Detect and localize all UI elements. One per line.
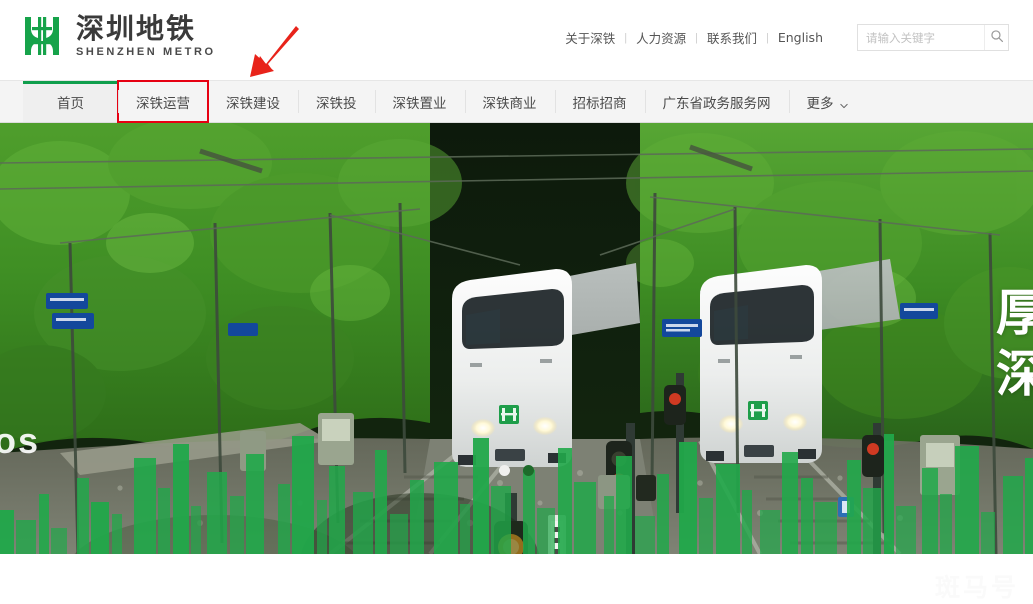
chevron-down-icon: [839, 98, 848, 108]
nav-item-more[interactable]: 更多: [788, 81, 866, 122]
carousel-dot-1[interactable]: [499, 465, 510, 476]
shenzhen-metro-logo-icon: [18, 14, 66, 58]
nav-item-commerce[interactable]: 深铁商业: [464, 81, 555, 122]
top-link-contact[interactable]: 联系我们: [707, 28, 757, 47]
logo-title-cn: 深圳地铁: [76, 12, 197, 45]
nav-item-property[interactable]: 深铁置业: [374, 81, 465, 122]
red-arrow-icon: [244, 22, 306, 80]
nav-item-label: 深铁商业: [482, 95, 537, 112]
nav-item-label: 招标招商: [572, 95, 627, 112]
nav-item-label: 更多: [806, 95, 834, 112]
nav-item-label: 深铁建设: [226, 95, 280, 112]
main-navigation: 首页 深铁运营 深铁建设 深铁投 深铁置业 深铁商业 招标招商 广东省政务服务网…: [0, 80, 1033, 123]
nav-item-home[interactable]: 首页: [23, 81, 118, 122]
top-link-separator: |: [766, 31, 769, 44]
top-link-separator: |: [695, 31, 698, 44]
carousel-dot-2[interactable]: [523, 465, 534, 476]
nav-item-label: 广东省政务服务网: [662, 95, 771, 112]
nav-item-investment[interactable]: 深铁投: [298, 81, 375, 122]
top-link-english[interactable]: English: [778, 30, 823, 45]
search-input[interactable]: [858, 25, 985, 50]
nav-item-operations[interactable]: 深铁运营: [117, 80, 209, 123]
top-utility-links: 关于深铁 | 人力资源 | 联系我们 | English: [565, 28, 823, 47]
logo-text: 深圳地铁 SHENZHEN METRO: [76, 12, 216, 61]
watermark: 斑马号: [934, 573, 1019, 602]
logo-title-en: SHENZHEN METRO: [76, 46, 216, 59]
top-link-about[interactable]: 关于深铁: [565, 28, 615, 47]
search-box: [857, 24, 1009, 51]
nav-item-label: 深铁置业: [392, 95, 447, 112]
site-logo[interactable]: 深圳地铁 SHENZHEN METRO: [18, 12, 216, 61]
carousel-dots: [0, 465, 1033, 476]
top-link-hr[interactable]: 人力资源: [636, 28, 686, 47]
nav-item-label: 首页: [57, 95, 84, 112]
hero-carousel[interactable]: os 厚 深: [0, 123, 1033, 554]
nav-item-label: 深铁投: [316, 95, 357, 112]
hero-photo: [0, 123, 1033, 554]
page-body-below-hero: 斑马号: [0, 554, 1033, 604]
search-button[interactable]: [984, 25, 1008, 50]
top-link-separator: |: [624, 31, 628, 44]
nav-item-tender[interactable]: 招标招商: [554, 81, 645, 122]
site-header: 深圳地铁 SHENZHEN METRO 关于深铁 | 人力资源 | 联系我们 |…: [0, 0, 1033, 80]
nav-item-construction[interactable]: 深铁建设: [208, 81, 298, 122]
search-icon: [990, 29, 1004, 46]
nav-item-guangdong-gov-service[interactable]: 广东省政务服务网: [644, 81, 789, 122]
nav-item-label: 深铁运营: [136, 95, 190, 112]
